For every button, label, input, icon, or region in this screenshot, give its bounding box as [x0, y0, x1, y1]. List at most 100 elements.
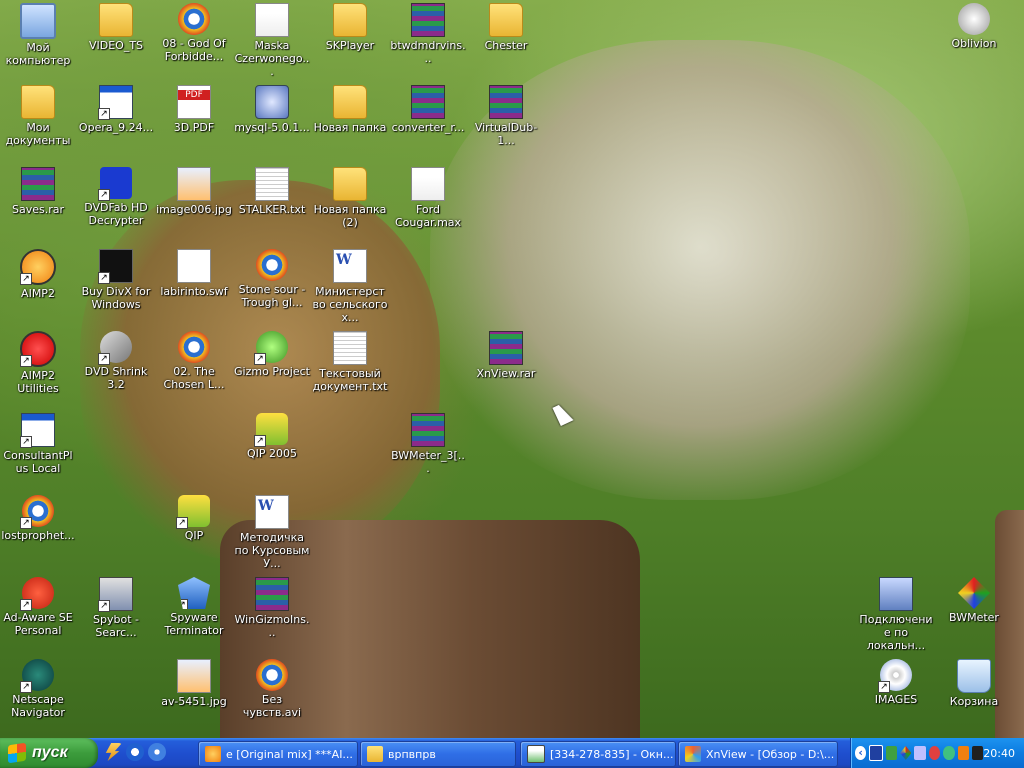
desktop-icon[interactable]: converter_r... — [390, 85, 466, 134]
desktop-icon[interactable]: VirtualDub-1... — [468, 85, 544, 147]
taskbar-window-label: [334-278-835] - Окн... — [550, 747, 674, 761]
desktop-icon[interactable]: ConsultantPlus Local — [0, 413, 76, 475]
desktop-icon[interactable]: VIDEO_TS — [78, 3, 154, 52]
desktop-icon[interactable]: labirinto.swf — [156, 249, 232, 298]
desktop-icon[interactable]: Maska Czerwonego... — [234, 3, 310, 78]
desktop-icon[interactable]: Spyware Terminator — [156, 577, 232, 637]
desktop-icon-label: Saves.rar — [11, 203, 64, 216]
rar-archive-icon — [411, 413, 445, 447]
desktop-icon[interactable]: 3D.PDF — [156, 85, 232, 134]
desktop-icon[interactable]: lostprophet... — [0, 495, 76, 542]
oblivion-game-icon — [958, 3, 990, 35]
rar-archive-icon — [489, 85, 523, 119]
desktop-icon-label: btwdmdrvins... — [390, 39, 466, 65]
tray-volume-icon[interactable] — [971, 746, 984, 760]
media-file-icon — [178, 3, 210, 35]
network-connection-icon — [879, 577, 913, 611]
desktop-icon-label: Новая папка — [313, 121, 387, 134]
desktop-icon[interactable]: 02. The Chosen L... — [156, 331, 232, 391]
desktop-icon[interactable]: BWMeter — [936, 577, 1012, 624]
desktop-icon[interactable]: Ford Cougar.max — [390, 167, 466, 229]
quick-launch-browser-icon[interactable] — [148, 743, 166, 761]
quick-launch-messenger-icon[interactable] — [126, 743, 144, 761]
desktop-icon[interactable]: Новая папка — [312, 85, 388, 134]
start-button[interactable]: пуск — [0, 738, 98, 768]
desktop-icon[interactable]: WinGizmoIns... — [234, 577, 310, 639]
desktop-icon[interactable]: Подключение по локальн... — [858, 577, 934, 652]
desktop-icon[interactable]: Министерство сельского х... — [312, 249, 388, 324]
desktop-icon[interactable]: Мои документы — [0, 85, 76, 147]
desktop-icon-label: DVD Shrink 3.2 — [84, 365, 148, 391]
desktop-icon[interactable]: Без чувств.avi — [234, 659, 310, 719]
image-file-icon — [177, 659, 211, 693]
gizmo-icon — [254, 331, 288, 365]
tray-gizmo-icon[interactable] — [943, 746, 955, 760]
application-icon — [98, 85, 133, 120]
tray-display-icon[interactable] — [869, 745, 883, 761]
pdf-file-icon — [177, 85, 211, 119]
desktop-icon[interactable]: Мой компьютер — [0, 3, 76, 67]
taskbar-window-button[interactable]: XnView - [Обзор - D:\... — [678, 741, 838, 767]
tray-network-icon[interactable] — [885, 746, 898, 760]
desktop-icon[interactable]: IMAGES — [858, 659, 934, 706]
dvd-shrink-icon — [98, 331, 132, 365]
desktop-icon[interactable]: Oblivion — [936, 3, 1012, 50]
desktop-icon[interactable]: av-5451.jpg — [156, 659, 232, 708]
my-documents-icon — [21, 85, 55, 119]
desktop-icon-label: Stone sour - Trough gl... — [238, 283, 306, 309]
desktop-icon[interactable]: image006.jpg — [156, 167, 232, 216]
desktop-icon[interactable]: Gizmo Project — [234, 331, 310, 378]
tray-bwmeter-icon[interactable] — [900, 746, 912, 760]
desktop-icon[interactable]: SKPlayer — [312, 3, 388, 52]
desktop-icon[interactable]: Корзина — [936, 659, 1012, 708]
folder-icon — [489, 3, 523, 37]
desktop-icon-label: BWMeter — [949, 611, 999, 624]
desktop-icon[interactable]: Buy DivX for Windows — [78, 249, 154, 311]
taskbar-window-label: врпвпрв — [388, 747, 436, 761]
qip-icon — [254, 413, 288, 447]
tray-aimp-icon[interactable] — [957, 746, 969, 760]
desktop-icon-label: 02. The Chosen L... — [163, 365, 225, 391]
desktop-icon[interactable]: DVDFab HD Decrypter — [78, 167, 154, 227]
taskbar-window-button[interactable]: врпвпрв — [360, 741, 516, 767]
desktop-icon-label: Buy DivX for Windows — [81, 285, 151, 311]
desktop-icon[interactable]: QIP 2005 — [234, 413, 310, 460]
bwmeter-icon — [958, 577, 990, 609]
desktop-icon[interactable]: DVD Shrink 3.2 — [78, 331, 154, 391]
desktop-icon[interactable]: Текстовый документ.txt — [312, 331, 388, 393]
netscape-icon — [20, 659, 54, 693]
rar-archive-icon — [489, 331, 523, 365]
taskbar-window-button[interactable]: e [Original mix] ***AI... — [198, 741, 358, 767]
word-document-icon — [333, 249, 367, 283]
desktop-icon[interactable]: Opera_9.24... — [78, 85, 154, 134]
desktop-icon[interactable]: STALKER.txt — [234, 167, 310, 216]
tray-monitor-icon[interactable] — [914, 746, 926, 760]
desktop-icon[interactable]: Spybot - Searc... — [78, 577, 154, 639]
desktop-icon[interactable]: BWMeter_3[... — [390, 413, 466, 475]
desktop-icon[interactable]: QIP — [156, 495, 232, 542]
tray-antivirus-icon[interactable] — [928, 746, 941, 760]
tray-expand-icon[interactable]: ‹ — [855, 746, 867, 760]
desktop-icon[interactable]: AIMP2 — [0, 249, 76, 300]
desktop-icon[interactable]: AIMP2 Utilities — [0, 331, 76, 395]
taskbar-window-button[interactable]: [334-278-835] - Окн... — [520, 741, 676, 767]
desktop-icon[interactable]: Ad-Aware SE Personal — [0, 577, 76, 637]
desktop-icon[interactable]: Chester — [468, 3, 544, 52]
clock[interactable]: 20:40 — [983, 747, 1015, 760]
divx-icon — [98, 249, 133, 284]
quick-launch-aimp-icon[interactable] — [105, 743, 122, 761]
desktop-icon[interactable]: Методичка по Курсовым У... — [234, 495, 310, 570]
desktop-icon[interactable]: Новая папка (2) — [312, 167, 388, 229]
desktop-icon[interactable]: XnView.rar — [468, 331, 544, 380]
desktop-icon[interactable]: Stone sour - Trough gl... — [234, 249, 310, 309]
desktop-icon[interactable]: Netscape Navigator — [0, 659, 76, 719]
desktop-icon-label: Spyware Terminator — [164, 611, 224, 637]
desktop-icon-label: Gizmo Project — [234, 365, 310, 378]
desktop-icon[interactable]: Saves.rar — [0, 167, 76, 216]
desktop-icon[interactable]: btwdmdrvins... — [390, 3, 466, 65]
desktop-icon-label: SKPlayer — [325, 39, 375, 52]
desktop-icon[interactable]: 08 - God Of Forbidde... — [156, 3, 232, 63]
desktop-icon-label: Новая папка (2) — [313, 203, 387, 229]
desktop-icon[interactable]: mysql-5.0.1... — [234, 85, 310, 134]
desktop-icon-label: Корзина — [949, 695, 999, 708]
